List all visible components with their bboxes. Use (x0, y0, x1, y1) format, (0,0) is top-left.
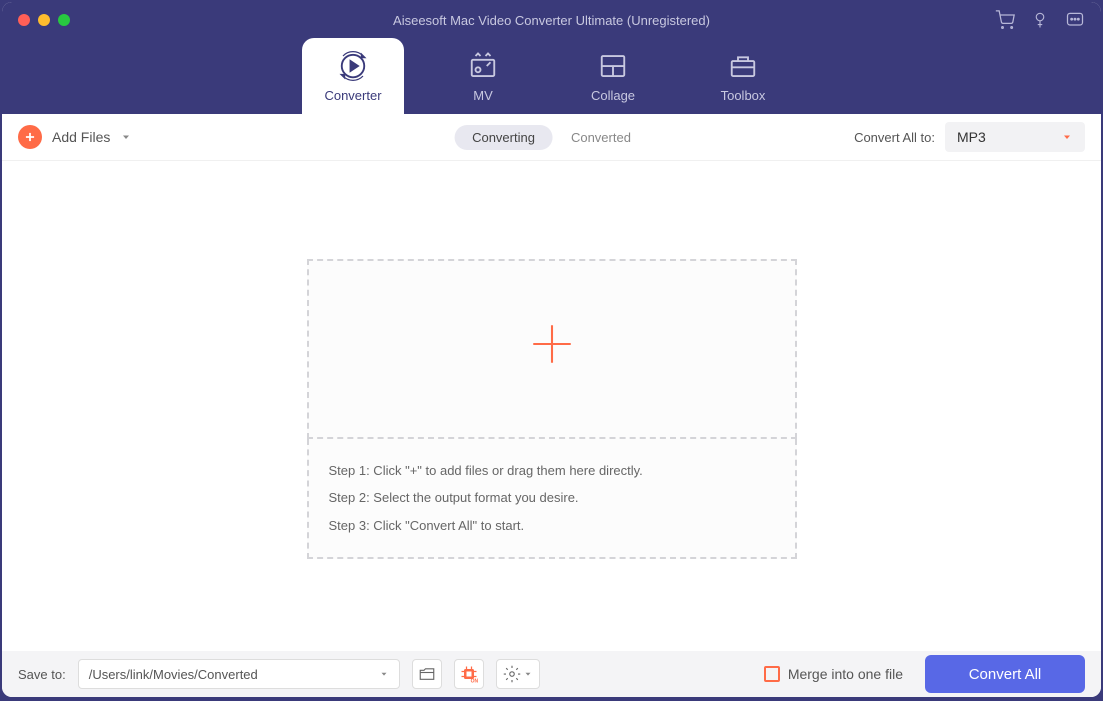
tab-mv-label: MV (473, 88, 493, 103)
titlebar-actions (995, 10, 1085, 30)
status-segmented-control: Converting Converted (454, 125, 649, 150)
collage-icon (597, 50, 629, 82)
step-3-text: Step 3: Click "Convert All" to start. (329, 512, 775, 539)
tab-collage-label: Collage (591, 88, 635, 103)
toolbox-icon (727, 50, 759, 82)
merge-checkbox[interactable] (764, 666, 780, 682)
toolbar: Add Files Converting Converted Convert A… (2, 114, 1101, 161)
svg-text:ON: ON (470, 678, 478, 684)
segment-converted[interactable]: Converted (553, 125, 649, 150)
save-to-label: Save to: (18, 667, 66, 682)
cart-icon[interactable] (995, 10, 1015, 30)
dropzone[interactable]: Step 1: Click "+" to add files or drag t… (307, 259, 797, 559)
merge-label: Merge into one file (788, 666, 903, 682)
save-path-value: /Users/link/Movies/Converted (89, 667, 258, 682)
tab-collage[interactable]: Collage (562, 38, 664, 114)
tab-mv[interactable]: MV (432, 38, 534, 114)
settings-button[interactable] (496, 659, 540, 689)
dropzone-plus-icon (527, 319, 577, 379)
main-tabs: Converter MV Collage Toolbox (2, 38, 1101, 114)
folder-icon (418, 665, 436, 683)
chip-icon: ON (459, 664, 479, 684)
traffic-lights (18, 14, 70, 26)
merge-checkbox-group[interactable]: Merge into one file (764, 666, 903, 682)
add-files-dropdown[interactable] (118, 129, 134, 145)
mv-icon (467, 50, 499, 82)
convert-all-to-group: Convert All to: MP3 (854, 122, 1085, 152)
tab-toolbox-label: Toolbox (721, 88, 766, 103)
output-format-value: MP3 (957, 129, 986, 145)
tab-converter[interactable]: Converter (302, 38, 404, 114)
close-window-button[interactable] (18, 14, 30, 26)
converter-icon (337, 50, 369, 82)
main-content: Step 1: Click "+" to add files or drag t… (2, 161, 1101, 657)
gear-icon (503, 665, 521, 683)
tab-toolbox[interactable]: Toolbox (692, 38, 794, 114)
feedback-icon[interactable] (1065, 10, 1085, 30)
convert-all-to-label: Convert All to: (854, 130, 935, 145)
tab-converter-label: Converter (324, 88, 381, 103)
output-format-select[interactable]: MP3 (945, 122, 1085, 152)
open-folder-button[interactable] (412, 659, 442, 689)
chevron-down-icon (379, 669, 389, 679)
window-title: Aiseesoft Mac Video Converter Ultimate (… (393, 13, 710, 28)
segment-converting[interactable]: Converting (454, 125, 553, 150)
add-files-label: Add Files (52, 129, 110, 145)
key-icon[interactable] (1031, 11, 1049, 29)
convert-all-button[interactable]: Convert All (925, 655, 1085, 693)
titlebar: Aiseesoft Mac Video Converter Ultimate (… (2, 2, 1101, 38)
chevron-down-icon (523, 669, 533, 679)
chevron-down-icon (1061, 131, 1073, 143)
dropzone-instructions: Step 1: Click "+" to add files or drag t… (307, 439, 797, 559)
minimize-window-button[interactable] (38, 14, 50, 26)
plus-icon (18, 125, 42, 149)
step-2-text: Step 2: Select the output format you des… (329, 484, 775, 511)
maximize-window-button[interactable] (58, 14, 70, 26)
save-path-select[interactable]: /Users/link/Movies/Converted (78, 659, 400, 689)
add-files-button[interactable]: Add Files (18, 125, 110, 149)
app-window: Aiseesoft Mac Video Converter Ultimate (… (2, 2, 1101, 697)
dropzone-target[interactable] (307, 259, 797, 439)
step-1-text: Step 1: Click "+" to add files or drag t… (329, 457, 775, 484)
footer: Save to: /Users/link/Movies/Converted ON… (2, 651, 1101, 697)
gpu-acceleration-button[interactable]: ON (454, 659, 484, 689)
